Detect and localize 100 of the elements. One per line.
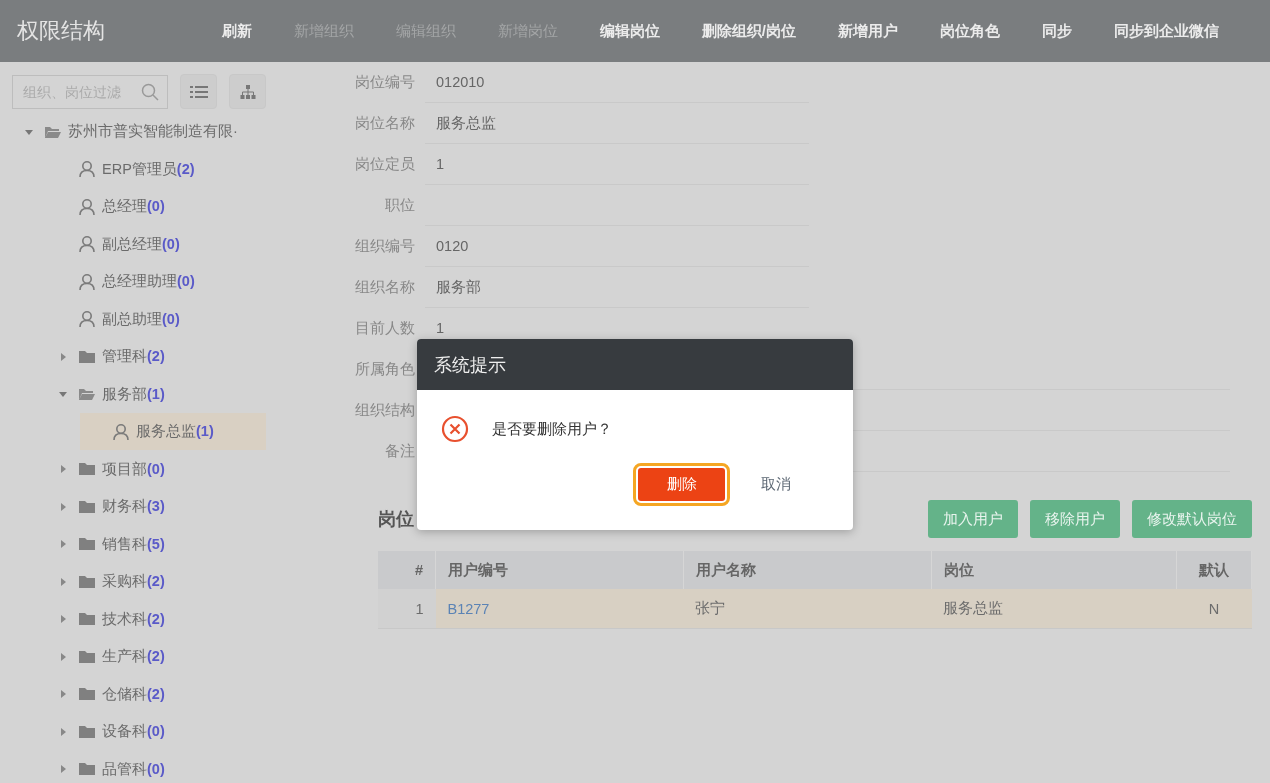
tree-item[interactable]: 总经理(0) [46, 188, 266, 226]
field-label: 岗位编号 [354, 73, 415, 92]
folder-icon [78, 762, 96, 777]
tree-item-label: 设备科(0) [102, 722, 165, 742]
toolbar-button[interactable]: 同步 [1021, 21, 1093, 41]
caret-right-icon[interactable] [58, 576, 68, 587]
caret-right-icon[interactable] [58, 726, 68, 737]
person-icon [78, 197, 96, 216]
field-label: 备注 [384, 442, 415, 461]
field-value: 0120 [425, 226, 809, 267]
tree-item-label: 服务部(1) [102, 384, 165, 404]
table-row[interactable]: 1 B1277 张宁 服务总监 N [378, 589, 1252, 629]
action-button[interactable]: 移除用户 [1030, 500, 1120, 538]
caret-right-icon[interactable] [58, 764, 68, 775]
field-label: 岗位定员 [354, 155, 415, 174]
tree-item-label: 项目部(0) [102, 459, 165, 479]
folder-icon [78, 537, 96, 552]
tree-item[interactable]: 技术科(2) [46, 600, 266, 638]
tree-item[interactable]: 销售科(5) [46, 525, 266, 563]
tree-item[interactable]: 服务部(1) [46, 375, 266, 413]
caret-right-icon[interactable] [58, 689, 68, 700]
toolbar-button[interactable]: 编辑岗位 [578, 21, 681, 41]
field-value: 1 [425, 144, 809, 185]
tree-item[interactable]: 副总经理(0) [46, 225, 266, 263]
tree-item[interactable]: 生产科(2) [46, 638, 266, 676]
column-header: # [378, 551, 436, 589]
section-title: 岗位 [378, 508, 414, 531]
field-label: 职位 [384, 196, 415, 215]
toolbar-button[interactable]: 删除组织/岗位 [680, 21, 817, 41]
tree-item[interactable]: 苏州市普实智能制造有限· [12, 113, 266, 151]
folder-icon [78, 649, 96, 664]
field-label: 组织结构 [354, 401, 415, 420]
caret-right-icon[interactable] [58, 351, 68, 362]
folder-icon [78, 574, 96, 589]
tree-item[interactable]: 项目部(0) [46, 450, 266, 488]
tree-item-label: 采购科(2) [102, 572, 165, 592]
table-cell: 张宁 [683, 589, 932, 629]
tree-item-label: ERP管理员(2) [102, 159, 195, 179]
field-label: 目前人数 [354, 319, 415, 338]
tree-item-label: 总经理助理(0) [102, 272, 195, 292]
tree-item-label: 服务总监(1) [136, 422, 214, 442]
tree-item[interactable]: 服务总监(1) [80, 413, 266, 451]
field-value: 服务部 [425, 267, 809, 308]
list-icon [189, 84, 208, 99]
table-cell: 1 [378, 589, 436, 629]
tree-item[interactable]: 总经理助理(0) [46, 263, 266, 301]
folder-icon [78, 724, 96, 739]
person-icon [78, 272, 96, 291]
tree-item-label: 副总经理(0) [102, 234, 180, 254]
action-button[interactable]: 修改默认岗位 [1132, 500, 1252, 538]
tree-item-label: 副总助理(0) [102, 309, 180, 329]
column-header: 岗位 [931, 551, 1177, 589]
tree-item[interactable]: ERP管理员(2) [46, 150, 266, 188]
toolbar-button[interactable]: 岗位角色 [919, 21, 1021, 41]
tree-item[interactable]: 品管科(0) [46, 750, 266, 783]
dialog-title: 系统提示 [434, 353, 506, 377]
cancel-button[interactable]: 取消 [755, 474, 797, 495]
caret-right-icon[interactable] [58, 614, 68, 625]
tree-item[interactable]: 采购科(2) [46, 563, 266, 601]
folder-icon [78, 612, 96, 627]
toolbar-button[interactable]: 同步到企业微信 [1093, 21, 1240, 41]
toolbar-button[interactable]: 刷新 [200, 21, 273, 41]
field-label: 组织名称 [354, 278, 415, 297]
person-icon [112, 422, 130, 441]
field-value: 服务总监 [425, 103, 809, 144]
action-button[interactable]: 加入用户 [928, 500, 1018, 538]
field-value: 012010 [425, 62, 809, 103]
column-header: 用户编号 [435, 551, 684, 589]
folder-icon [78, 462, 96, 477]
open-folder-icon [44, 124, 62, 139]
tree-item[interactable]: 财务科(3) [46, 488, 266, 526]
tree-item-label: 生产科(2) [102, 647, 165, 667]
caret-right-icon[interactable] [58, 464, 68, 475]
column-header: 默认 [1176, 551, 1252, 589]
list-view-button[interactable] [180, 74, 217, 109]
person-icon [78, 235, 96, 254]
tree-item[interactable]: 设备科(0) [46, 713, 266, 751]
page-title: 权限结构 [17, 17, 105, 45]
toolbar-button[interactable]: 新增用户 [817, 21, 919, 41]
field-label: 组织编号 [354, 237, 415, 256]
error-icon [441, 415, 469, 443]
table-cell: N [1176, 589, 1252, 629]
search-icon [141, 82, 159, 101]
tree-item-label: 苏州市普实智能制造有限· [68, 122, 238, 142]
caret-right-icon[interactable] [58, 539, 68, 550]
tree-item-label: 技术科(2) [102, 609, 165, 629]
tree-item-label: 销售科(5) [102, 534, 165, 554]
tree-item[interactable]: 管理科(2) [46, 338, 266, 376]
person-icon [78, 160, 96, 179]
tree-item-label: 仓储科(2) [102, 684, 165, 704]
caret-right-icon[interactable] [58, 651, 68, 662]
dialog-message: 是否要删除用户？ [492, 419, 612, 439]
user-id-link[interactable]: B1277 [435, 589, 684, 629]
tree-item[interactable]: 副总助理(0) [46, 300, 266, 338]
person-icon [78, 310, 96, 329]
folder-icon [78, 499, 96, 514]
tree-item[interactable]: 仓储科(2) [46, 675, 266, 713]
tree-view-button[interactable] [229, 74, 266, 109]
field-label: 所属角色 [354, 360, 415, 379]
caret-right-icon[interactable] [58, 501, 68, 512]
